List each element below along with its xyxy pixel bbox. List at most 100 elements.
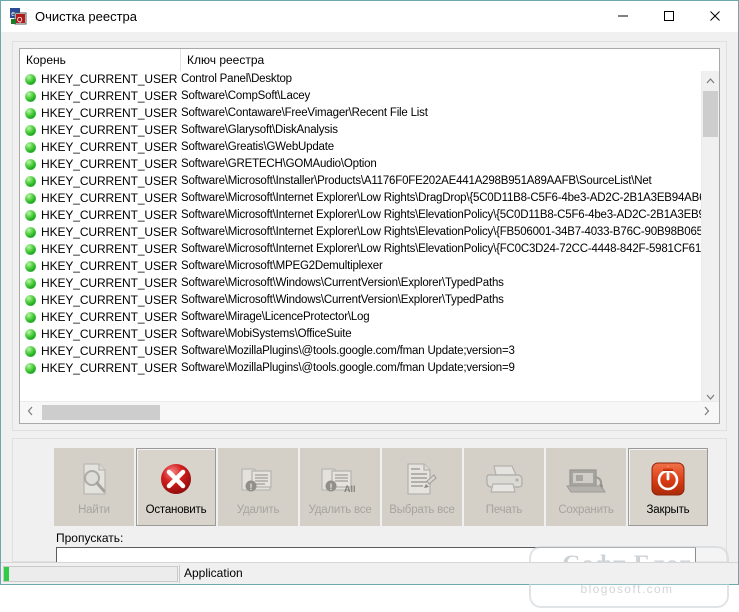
cell-root: HKEY_CURRENT_USER	[41, 361, 178, 375]
watermark-subtitle: blogosoft.com	[580, 582, 674, 596]
chevron-left-icon	[27, 406, 33, 416]
horizontal-scrollbar[interactable]	[20, 401, 719, 423]
stop-button[interactable]: Остановить	[136, 448, 216, 526]
cell-key: Software\Microsoft\MPEG2Demultiplexer	[181, 260, 383, 272]
status-bar-divider	[179, 565, 180, 583]
power-icon	[629, 457, 707, 501]
toolbar-button-label: Найти	[78, 504, 110, 516]
status-led-icon	[25, 142, 36, 153]
cell-root: HKEY_CURRENT_USER	[41, 259, 178, 273]
minimize-icon	[618, 15, 628, 17]
toolbar-button-label: Удалить	[236, 504, 280, 516]
registry-list-panel: Корень Ключ реестра HKEY_CURRENT_USER Con…	[12, 41, 727, 431]
cell-root: HKEY_CURRENT_USER	[41, 293, 178, 307]
table-row[interactable]: HKEY_CURRENT_USER Software\GRETECH\GOMAud…	[20, 156, 702, 173]
status-led-icon	[25, 91, 36, 102]
table-row[interactable]: HKEY_CURRENT_USER Software\Mirage\Licence…	[20, 309, 702, 326]
maximize-button[interactable]	[646, 1, 692, 31]
status-led-icon	[25, 108, 36, 119]
chevron-down-icon	[706, 394, 715, 400]
column-header-key[interactable]: Ключ реестра	[181, 49, 701, 71]
print-button: Печать	[464, 448, 544, 526]
list-rows-viewport: HKEY_CURRENT_USER Control Panel\Desktop HK…	[20, 71, 702, 404]
cell-key: Software\Mirage\LicenceProtector\Log	[181, 311, 370, 323]
table-row[interactable]: HKEY_CURRENT_USER Software\Greatis\GWebUp…	[20, 139, 702, 156]
cell-key: Software\MobiSystems\OfficeSuite	[181, 328, 352, 340]
cell-key: Software\Microsoft\Internet Explorer\Low…	[181, 243, 702, 255]
table-row[interactable]: HKEY_CURRENT_USER Software\Microsoft\Inte…	[20, 207, 702, 224]
chevron-right-icon	[704, 406, 710, 416]
table-row[interactable]: HKEY_CURRENT_USER Software\Microsoft\Wind…	[20, 292, 702, 309]
cell-key: Software\Contaware\FreeVimager\Recent Fi…	[181, 107, 428, 119]
save-button: Сохранить	[546, 448, 626, 526]
cell-root: HKEY_CURRENT_USER	[41, 208, 178, 222]
cell-key: Software\Microsoft\Internet Explorer\Low…	[181, 209, 702, 221]
cell-root: HKEY_CURRENT_USER	[41, 174, 178, 188]
save-icon	[547, 457, 625, 501]
status-progress-cell	[3, 566, 178, 582]
scroll-left-button[interactable]	[22, 403, 39, 422]
table-row[interactable]: HKEY_CURRENT_USER Software\Glarysoft\Disk…	[20, 122, 702, 139]
cell-key: Software\Microsoft\Internet Explorer\Low…	[181, 226, 702, 238]
status-led-icon	[25, 176, 36, 187]
registry-list[interactable]: Корень Ключ реестра HKEY_CURRENT_USER Con…	[19, 48, 720, 424]
vertical-scrollbar[interactable]	[701, 71, 719, 404]
select-all-button: Выбрать все	[382, 448, 462, 526]
status-led-icon	[25, 159, 36, 170]
svg-text:Q: Q	[17, 17, 23, 24]
power-button[interactable]: Закрыть	[628, 448, 708, 526]
table-row[interactable]: HKEY_CURRENT_USER Control Panel\Desktop	[20, 71, 702, 88]
column-header-root[interactable]: Корень	[20, 49, 181, 71]
table-row[interactable]: HKEY_CURRENT_USER Software\Microsoft\MPEG…	[20, 258, 702, 275]
table-row[interactable]: HKEY_CURRENT_USER Software\MobiSystems\Of…	[20, 326, 702, 343]
delete-button: ! Удалить	[218, 448, 298, 526]
list-header: Корень Ключ реестра	[20, 49, 719, 71]
cell-key: Software\Microsoft\Windows\CurrentVersio…	[181, 294, 504, 306]
status-led-icon	[25, 363, 36, 374]
status-led-icon	[25, 295, 36, 306]
svg-text:All: All	[344, 484, 356, 494]
cell-root: HKEY_CURRENT_USER	[41, 89, 178, 103]
toolbar: Найти Остановить ! Удалить ! All Удалить…	[54, 448, 710, 526]
cell-root: HKEY_CURRENT_USER	[41, 106, 178, 120]
table-row[interactable]: HKEY_CURRENT_USER Software\Microsoft\Inst…	[20, 173, 702, 190]
table-row[interactable]: HKEY_CURRENT_USER Software\MozillaPlugins…	[20, 343, 702, 360]
vertical-scrollbar-thumb[interactable]	[703, 91, 718, 137]
cell-root: HKEY_CURRENT_USER	[41, 310, 178, 324]
cell-key: Software\Microsoft\Windows\CurrentVersio…	[181, 277, 504, 289]
table-row[interactable]: HKEY_CURRENT_USER Software\Contaware\Free…	[20, 105, 702, 122]
horizontal-scrollbar-thumb[interactable]	[42, 405, 160, 420]
delete-all-button: ! All Удалить все	[300, 448, 380, 526]
cell-key: Software\Glarysoft\DiskAnalysis	[181, 124, 338, 136]
toolbar-button-label: Выбрать все	[389, 504, 455, 516]
find-icon	[55, 457, 133, 501]
minimize-button[interactable]	[600, 1, 646, 31]
scroll-up-button[interactable]	[702, 71, 719, 88]
table-row[interactable]: HKEY_CURRENT_USER Software\Microsoft\Inte…	[20, 190, 702, 207]
table-row[interactable]: HKEY_CURRENT_USER Software\Microsoft\Wind…	[20, 275, 702, 292]
table-row[interactable]: HKEY_CURRENT_USER Software\MozillaPlugins…	[20, 360, 702, 377]
cell-key: Software\GRETECH\GOMAudio\Option	[181, 158, 377, 170]
toolbar-button-label: Печать	[485, 504, 523, 516]
status-bar: Application	[1, 562, 738, 584]
cell-key: Software\MozillaPlugins\@tools.google.co…	[181, 345, 515, 357]
cell-root: HKEY_CURRENT_USER	[41, 327, 178, 341]
toolbar-button-label: Сохранить	[558, 504, 614, 516]
toolbar-button-label: Остановить	[145, 504, 207, 516]
cell-root: HKEY_CURRENT_USER	[41, 344, 178, 358]
close-button[interactable]	[692, 1, 738, 31]
cell-key: Software\CompSoft\Lacey	[181, 90, 310, 102]
scroll-right-button[interactable]	[698, 403, 715, 422]
cell-key: Software\Microsoft\Installer\Products\A1…	[181, 175, 652, 187]
window-title: Очистка реестра	[35, 9, 138, 24]
status-led-icon	[25, 74, 36, 85]
table-row[interactable]: HKEY_CURRENT_USER Software\CompSoft\Lacey	[20, 88, 702, 105]
cell-root: HKEY_CURRENT_USER	[41, 242, 178, 256]
table-row[interactable]: HKEY_CURRENT_USER Software\Microsoft\Inte…	[20, 224, 702, 241]
table-row[interactable]: HKEY_CURRENT_USER Software\Microsoft\Inte…	[20, 241, 702, 258]
registry-cleaner-window: e Q Очистка реестра Корень Ключ реестра …	[0, 0, 739, 608]
cell-key: Software\MozillaPlugins\@tools.google.co…	[181, 362, 515, 374]
chevron-up-icon	[706, 78, 715, 84]
maximize-icon	[664, 11, 674, 21]
status-led-icon	[25, 261, 36, 272]
